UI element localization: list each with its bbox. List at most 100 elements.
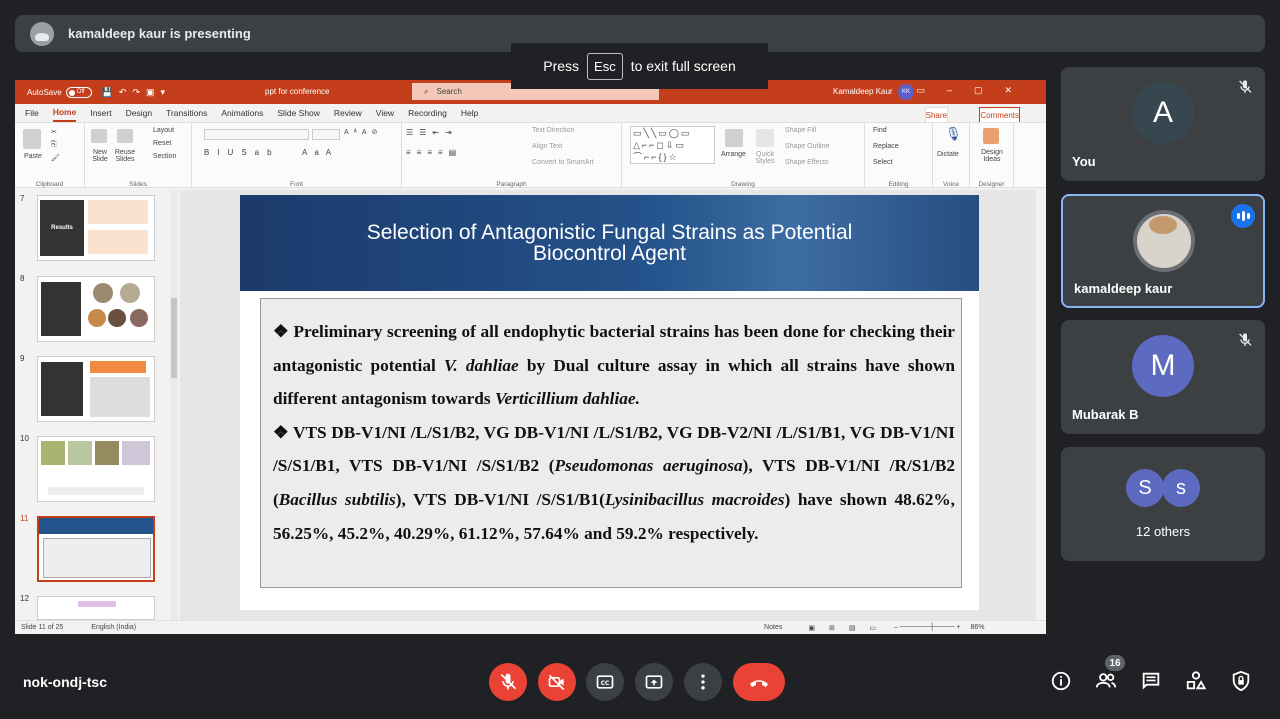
tab-animations[interactable]: Animations [221,105,263,121]
reuse-slides-icon[interactable] [117,129,133,143]
copy-icon[interactable]: ⎘ [51,141,57,149]
thumb-image [122,441,150,465]
view-buttons[interactable]: ▣⊞▤▭ [808,624,890,632]
current-slide[interactable]: Selection of Antagonistic Fungal Strains… [240,195,979,610]
bullet-text-italic: Pseudomonas aeruginosa [554,456,743,476]
list-buttons[interactable]: ☰☰⇤⇥ [406,128,458,137]
ppt-user-avatar[interactable]: KK [898,84,914,100]
zoom-level[interactable]: 86% [971,624,985,631]
slide-thumbnail[interactable] [37,436,155,502]
dictate-mic-icon[interactable]: 🎙 [945,126,962,142]
format-painter-icon[interactable]: 🖌 [51,154,60,162]
slide-thumbnail-pane: 7 Results 8 9 10 11 12 [15,190,180,620]
tab-file[interactable]: File [25,105,39,121]
language-status[interactable]: English (India) [91,624,136,631]
quick-access-icons[interactable]: 💾↶↷▣▾ [102,87,171,98]
text-direction-button[interactable]: Text Direction [532,127,574,134]
slide-thumbnail[interactable] [37,276,155,342]
font-size-select[interactable] [312,129,340,140]
activities-button[interactable] [1184,669,1208,693]
tab-design[interactable]: Design [126,105,152,121]
thumb-title-block [78,601,116,607]
captions-button[interactable]: CC [586,663,624,701]
shape-fill-button[interactable]: Shape Fill [785,127,816,134]
window-controls[interactable]: ▭–▢✕ [916,85,1034,96]
tab-insert[interactable]: Insert [90,105,111,121]
ppt-status-bar: Slide 11 of 25 English (India) Notes ▣⊞▤… [15,620,1046,634]
presenter-avatar-detail [1149,216,1177,234]
participant-tile-you[interactable]: A You [1061,67,1265,181]
tab-view[interactable]: View [376,105,394,121]
autosave-toggle[interactable]: Off [65,86,92,98]
find-button[interactable]: Find [873,127,887,134]
notes-button[interactable]: Notes [764,624,782,631]
leave-call-button[interactable] [733,663,785,701]
shape-effects-button[interactable]: Shape Effects [785,159,828,166]
section-button[interactable]: Section [153,153,176,160]
ribbon-group-voice: 🎙 Dictate Voice [933,123,970,189]
more-options-button[interactable] [684,663,722,701]
participant-tile-mubarak[interactable]: M Mubarak B [1061,320,1265,434]
design-ideas-icon[interactable] [983,128,999,144]
new-slide-icon[interactable] [91,129,107,143]
tab-home[interactable]: Home [52,104,77,122]
layout-button[interactable]: Layout [153,127,174,134]
font-family-select[interactable] [204,129,309,140]
present-screen-button[interactable] [635,663,673,701]
tab-review[interactable]: Review [334,105,362,121]
zoom-slider[interactable]: – ──────┼──── + [894,624,960,631]
tab-slide-show[interactable]: Slide Show [277,105,320,121]
align-buttons[interactable]: ≡≡≡≡▤ [406,148,462,157]
font-size-controls[interactable]: AᴬA⊘ [344,128,382,136]
slide-thumbnail[interactable]: Results [37,195,155,261]
paste-icon[interactable] [23,129,41,149]
tab-recording[interactable]: Recording [408,105,447,121]
dictate-button[interactable]: Dictate [937,151,959,158]
presenter-banner-text: kamaldeep kaur is presenting [68,26,251,41]
shapes-gallery[interactable]: ▭╲╲▭◯▭ △⌐⌐◻⇩▭ ⌒⌐⌐{}☆ [630,126,715,164]
arrange-button[interactable]: Arrange [721,151,746,158]
meeting-details-button[interactable] [1049,669,1073,693]
participant-tile-presenter[interactable]: kamaldeep kaur [1061,194,1265,308]
slide-thumbnail-selected[interactable] [37,516,155,582]
quick-styles-icon[interactable] [756,129,774,147]
mic-toggle-button[interactable] [489,663,527,701]
align-text-button[interactable]: Align Text [532,143,562,150]
design-ideas-button[interactable]: Design Ideas [976,149,1008,163]
slide-thumbnail[interactable] [37,596,155,620]
chat-button[interactable] [1139,669,1163,693]
editor-scrollbar[interactable] [1036,190,1046,620]
camera-toggle-button[interactable] [538,663,576,701]
thumbnail-scrollbar[interactable] [170,190,178,620]
host-controls-button[interactable] [1229,669,1253,693]
convert-smartart-button[interactable]: Convert to SmartArt [532,159,594,166]
reuse-slides-button[interactable]: Reuse Slides [113,149,137,163]
replace-button[interactable]: Replace [873,143,899,150]
ppt-user-name[interactable]: Kamaldeep Kaur [833,87,893,96]
participant-name: kamaldeep kaur [1074,281,1173,296]
group-label-clipboard: Clipboard [35,181,64,188]
slide-content-box[interactable]: ❖ Preliminary screening of all endophyti… [260,298,962,588]
slide-thumbnail[interactable] [37,356,155,422]
ribbon-group-editing: Find Replace Select Editing [865,123,933,189]
ppt-filename[interactable]: ppt for conference [265,87,329,96]
thumb-image [120,283,140,303]
people-button[interactable] [1094,669,1118,693]
paste-button[interactable]: Paste [24,153,42,160]
cut-icon[interactable]: ✂ [51,128,57,136]
shape-outline-button[interactable]: Shape Outline [785,143,829,150]
bullet-point: ❖ VTS DB-V1/NI /L/S1/B2, VG DB-V1/NI /L/… [273,422,955,543]
ribbon-group-slides: New Slide Reuse Slides Layout Reset Sect… [85,123,192,189]
thumb-title-block [39,518,153,534]
arrange-icon[interactable] [725,129,743,147]
avatar: s [1162,469,1200,507]
tab-transitions[interactable]: Transitions [166,105,207,121]
select-button[interactable]: Select [873,159,892,166]
new-slide-button[interactable]: New Slide [88,149,112,163]
font-color-buttons[interactable]: AaA [302,148,338,157]
font-format-buttons[interactable]: BIUSab [204,148,280,157]
quick-styles-button[interactable]: Quick Styles [753,151,777,165]
reset-button[interactable]: Reset [153,140,171,147]
participant-tile-others[interactable]: S s 12 others [1061,447,1265,561]
tab-help[interactable]: Help [461,105,478,121]
